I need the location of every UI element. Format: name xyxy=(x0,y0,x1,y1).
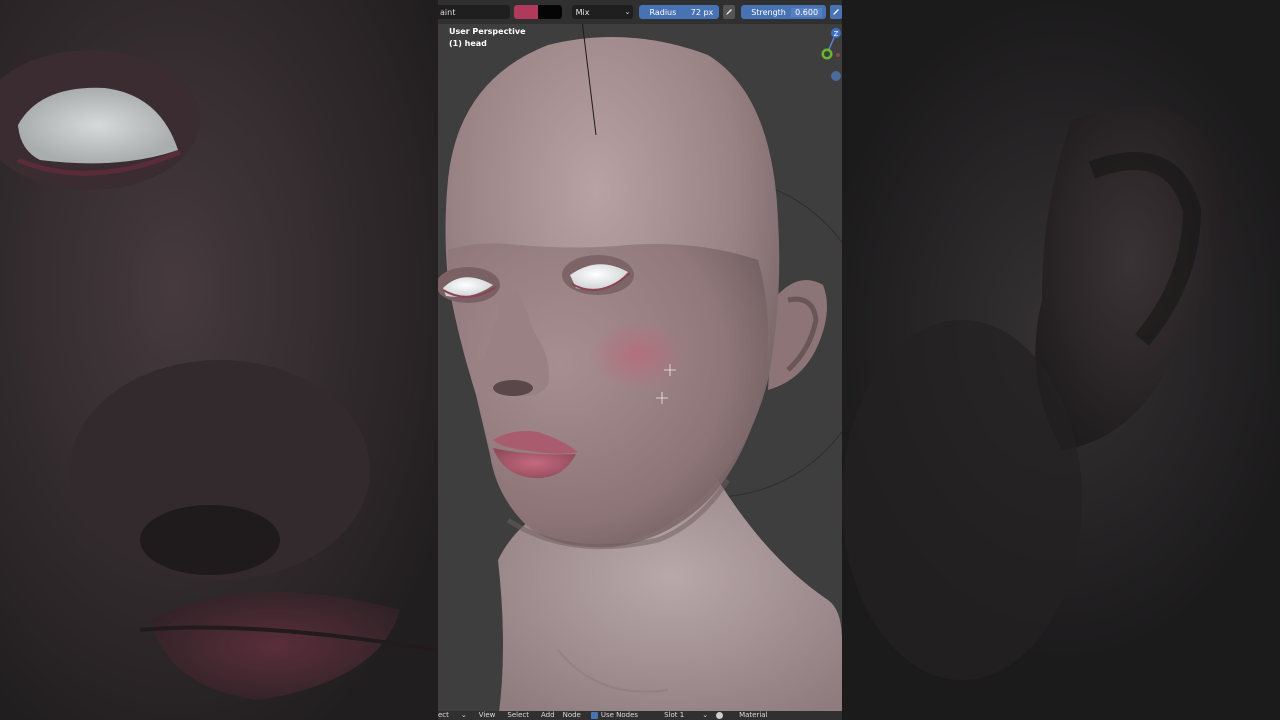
active-object-label: (1) head xyxy=(449,39,487,48)
sphere-icon xyxy=(716,712,724,719)
menu-node[interactable]: Node xyxy=(563,711,581,720)
pressure-pen-icon[interactable] xyxy=(830,5,842,19)
radius-value: 72 px xyxy=(690,7,714,17)
radius-label: Radius xyxy=(649,7,677,17)
radius-field[interactable]: Radius 72 px xyxy=(639,5,720,19)
chevron-down-icon: ⌄ xyxy=(624,8,631,16)
mode-selector[interactable]: aint xyxy=(438,5,510,19)
tool-settings-header: aint Mix ⌄ Radius 72 px Strength 0.600 xyxy=(438,0,842,24)
menu-view[interactable]: View xyxy=(479,711,496,720)
mode-label: aint xyxy=(440,7,456,17)
blend-mode-dropdown[interactable]: Mix ⌄ xyxy=(571,5,634,19)
chevron-down-icon: ⌄ xyxy=(460,711,467,719)
primary-color-swatch[interactable] xyxy=(513,5,538,19)
pressure-pen-icon[interactable] xyxy=(723,5,736,19)
blurred-background-right xyxy=(842,0,1280,720)
view-perspective-label: User Perspective xyxy=(449,27,526,36)
secondary-color-swatch[interactable] xyxy=(537,5,562,19)
gizmo-z-label: Z xyxy=(834,30,839,38)
strength-value: 0.600 xyxy=(791,7,823,17)
strength-label: Strength xyxy=(751,7,786,17)
checkbox-icon[interactable] xyxy=(590,712,598,719)
blurred-background-left xyxy=(0,0,438,720)
material-dropdown[interactable]: Material xyxy=(739,711,767,720)
3d-viewport[interactable]: aint Mix ⌄ Radius 72 px Strength 0.600 U… xyxy=(438,0,842,720)
menu-add[interactable]: Add xyxy=(541,711,555,720)
mode-dropdown-label[interactable]: ect xyxy=(438,711,449,720)
shader-editor-header: ect ⌄ View Select Add Node Use Nodes Slo… xyxy=(438,711,842,720)
blend-mode-label: Mix xyxy=(575,7,590,17)
slot-dropdown[interactable]: Slot 1 xyxy=(664,711,684,720)
axis-gizmo-icon[interactable]: Z xyxy=(808,24,842,84)
menu-select[interactable]: Select xyxy=(507,711,529,720)
chevron-down-icon: ⌄ xyxy=(702,711,709,719)
use-nodes-label[interactable]: Use Nodes xyxy=(601,711,638,720)
strength-field[interactable]: Strength 0.600 xyxy=(741,5,827,19)
head-model xyxy=(438,19,842,720)
